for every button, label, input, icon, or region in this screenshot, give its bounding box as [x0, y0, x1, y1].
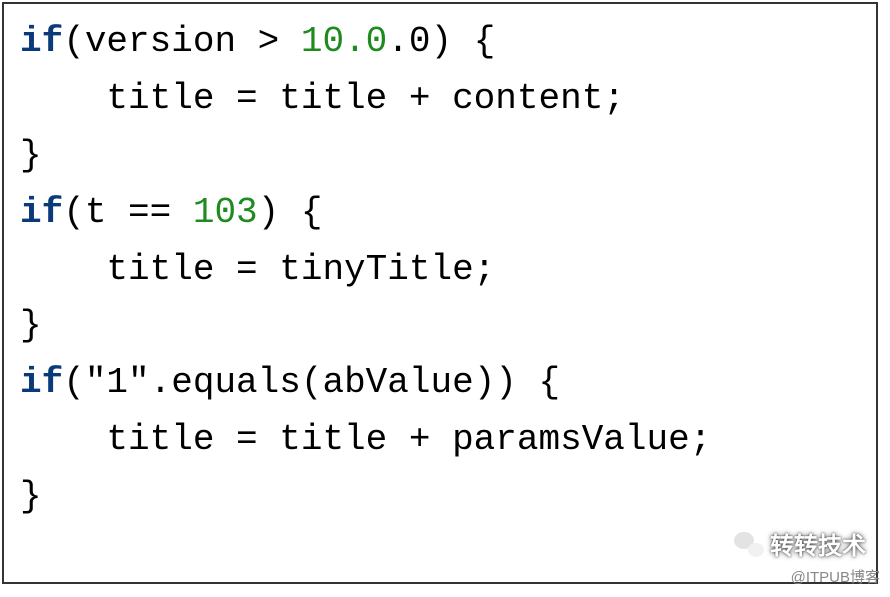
wechat-icon	[734, 531, 764, 557]
attribution-text: @ITPUB博客	[791, 566, 880, 587]
watermark: 转转技术	[734, 526, 866, 561]
keyword-if-3: if	[20, 362, 63, 403]
code-line-5: title = tinyTitle;	[20, 249, 495, 290]
code-line-3: }	[20, 135, 42, 176]
keyword-if-2: if	[20, 192, 63, 233]
code-line-1: if(version > 10.0.0) {	[20, 21, 495, 62]
code-line-2: title = title + content;	[20, 78, 625, 119]
code-text: (t ==	[63, 192, 193, 233]
code-line-8: title = title + paramsValue;	[20, 419, 711, 460]
number-literal-2: 103	[193, 192, 258, 233]
code-line-9: }	[20, 476, 42, 517]
code-text: ) {	[258, 192, 323, 233]
code-text: (	[63, 362, 85, 403]
code-text: .0	[387, 21, 430, 62]
watermark-text: 转转技术	[770, 526, 866, 561]
code-line-6: }	[20, 305, 42, 346]
keyword-if-1: if	[20, 21, 63, 62]
number-literal-1: 10.0	[301, 21, 387, 62]
string-literal-1: "1"	[85, 362, 150, 403]
code-text: ) {	[431, 21, 496, 62]
code-line-7: if("1".equals(abValue)) {	[20, 362, 560, 403]
code-text: (version >	[63, 21, 301, 62]
code-text: .equals(abValue)) {	[150, 362, 560, 403]
code-block: if(version > 10.0.0) { title = title + c…	[2, 2, 878, 584]
code-line-4: if(t == 103) {	[20, 192, 322, 233]
